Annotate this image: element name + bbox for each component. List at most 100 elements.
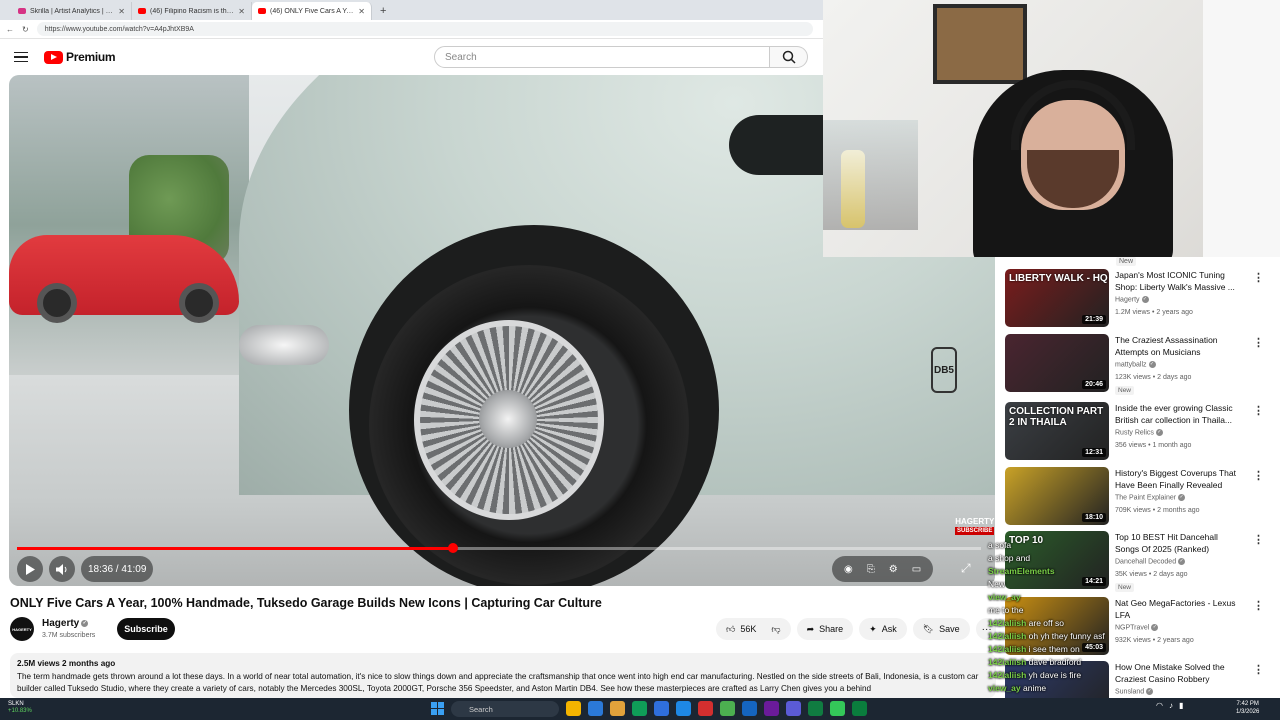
- browser-tab-songstats[interactable]: Skrilla | Artist Analytics | Songstats ✕: [12, 2, 132, 20]
- taskbar-app-icon[interactable]: [808, 701, 823, 716]
- more-options-icon[interactable]: ⋮: [1253, 533, 1264, 546]
- taskbar-clock[interactable]: 7:42 PM 1/3/2026: [1236, 700, 1259, 716]
- recommendation-channel[interactable]: NGPTravel ✓: [1115, 624, 1159, 631]
- windows-start-icon[interactable]: [431, 702, 444, 715]
- more-options-icon[interactable]: ⋮: [1253, 599, 1264, 612]
- verified-check-icon: ✓: [81, 619, 89, 627]
- ask-button[interactable]: ✦ Ask: [859, 618, 907, 640]
- recommendation-channel[interactable]: Hagerty ✓: [1115, 296, 1149, 303]
- taskbar-app-icon[interactable]: [566, 701, 581, 716]
- recommendation-item[interactable]: 20:46 The Craziest Assassination Attempts…: [1005, 334, 1275, 395]
- thumbs-down-icon[interactable]: 👎︎: [771, 624, 780, 635]
- stock-widget[interactable]: SLKN +10.83%: [8, 701, 32, 715]
- recommendation-title[interactable]: The Craziest Assassination Attempts on M…: [1115, 334, 1241, 358]
- video-thumbnail[interactable]: COLLECTION PART 2 IN THAILA 12:31: [1005, 402, 1109, 460]
- recommendation-title[interactable]: History's Biggest Coverups That Have Bee…: [1115, 467, 1241, 491]
- taskbar-app-icon[interactable]: [632, 701, 647, 716]
- description-box[interactable]: 2.5M views 2 months ago The term handmad…: [10, 653, 996, 698]
- video-thumbnail[interactable]: 20:46: [1005, 334, 1109, 392]
- new-badge: New: [1115, 583, 1135, 592]
- fullscreen-icon[interactable]: ⤢: [961, 561, 971, 576]
- subscriber-count: 3.7M subscribers: [42, 632, 96, 639]
- recommendation-item[interactable]: 45:03 Nat Geo MegaFactories - Lexus LFA NG…: [1005, 597, 1275, 657]
- wifi-icon[interactable]: ◠: [1156, 701, 1163, 710]
- speaker-icon[interactable]: ♪: [1169, 701, 1173, 710]
- search-button[interactable]: [770, 46, 808, 68]
- recommendation-channel[interactable]: The Paint Explainer ✓: [1115, 494, 1186, 501]
- taskbar-app-icon[interactable]: [742, 701, 757, 716]
- recommendation-channel[interactable]: Sunsland ✓: [1115, 688, 1154, 695]
- settings-gear-icon[interactable]: ⚙: [889, 564, 898, 575]
- recommendation-channel[interactable]: Dancehall Decoded ✓: [1115, 558, 1186, 565]
- more-actions-button[interactable]: ···: [975, 618, 998, 640]
- more-options-icon[interactable]: ⋮: [1253, 469, 1264, 482]
- subscribe-button[interactable]: Subscribe: [117, 618, 175, 640]
- miniplayer-icon[interactable]: ▭: [912, 564, 921, 575]
- taskbar-search[interactable]: Search: [451, 701, 559, 717]
- duration-badge: 20:46: [1082, 380, 1106, 389]
- recommendation-item[interactable]: 18:10 History's Biggest Coverups That Hav…: [1005, 467, 1275, 527]
- recommendation-title[interactable]: Inside the ever growing Classic British …: [1115, 402, 1241, 426]
- search-icon: [782, 50, 796, 64]
- recommendation-channel[interactable]: Rusty Relics ✓: [1115, 429, 1163, 436]
- taskbar-app-icon[interactable]: [676, 701, 691, 716]
- new-tab-button[interactable]: +: [372, 2, 394, 20]
- recommendation-item[interactable]: TOP 10 14:21 Top 10 BEST Hit Dancehall Son…: [1005, 531, 1275, 592]
- clock-date: 1/3/2026: [1236, 709, 1260, 715]
- taskbar-app-icon[interactable]: [830, 701, 845, 716]
- recommendation-item[interactable]: LIBERTY WALK - HQ 21:39 Japan's Most ICONI…: [1005, 269, 1275, 329]
- more-options-icon[interactable]: ⋮: [1253, 663, 1264, 676]
- captions-icon[interactable]: ⎘: [867, 564, 875, 575]
- search-input[interactable]: Search: [434, 46, 770, 68]
- recommendation-title[interactable]: How One Mistake Solved the Craziest Casi…: [1115, 661, 1241, 685]
- close-tab-icon[interactable]: ✕: [238, 7, 245, 16]
- like-button[interactable]: 👍︎ 56K 👎︎: [716, 618, 791, 640]
- recommendation-item[interactable]: COLLECTION PART 2 IN THAILA 12:31 Inside t…: [1005, 402, 1275, 462]
- taskbar-app-icon[interactable]: [610, 701, 625, 716]
- close-tab-icon[interactable]: ✕: [358, 7, 365, 16]
- video-thumbnail[interactable]: 45:03: [1005, 597, 1109, 655]
- browser-tab-youtube-active[interactable]: (46) ONLY Five Cars A Year, 100% .. ✕: [252, 2, 372, 20]
- taskbar-app-icon[interactable]: [720, 701, 735, 716]
- browser-tab-strip: Skrilla | Artist Analytics | Songstats ✕…: [0, 0, 823, 20]
- video-thumbnail[interactable]: TOP 10 14:21: [1005, 531, 1109, 589]
- share-button[interactable]: ➦ Share: [796, 618, 854, 640]
- recommendation-title[interactable]: Nat Geo MegaFactories - Lexus LFA: [1115, 597, 1241, 621]
- channel-name[interactable]: Hagerty ✓: [42, 618, 89, 629]
- close-tab-icon[interactable]: ✕: [118, 7, 125, 16]
- browser-tab-youtube-1[interactable]: (46) Filipino Racism is the Most Cr ✕: [132, 2, 252, 20]
- more-options-icon[interactable]: ⋮: [1253, 271, 1264, 284]
- video-thumbnail[interactable]: LIBERTY WALK - HQ 21:39: [1005, 269, 1109, 327]
- taskbar-app-icon[interactable]: [654, 701, 669, 716]
- battery-icon[interactable]: ▮: [1179, 701, 1183, 710]
- video-progress-bar[interactable]: [17, 543, 981, 553]
- verified-check-icon: ✓: [1141, 296, 1149, 303]
- recommendation-channel[interactable]: mattyballz ✓: [1115, 361, 1156, 368]
- progress-scrubber[interactable]: [447, 543, 458, 553]
- video-thumbnail[interactable]: 18:10: [1005, 467, 1109, 525]
- player-controls-left: 18:36 / 41:09: [17, 556, 154, 582]
- youtube-logo[interactable]: Premium: [44, 50, 116, 64]
- autoplay-toggle-icon[interactable]: ◉: [844, 564, 853, 575]
- channel-avatar[interactable]: HAGERTY: [10, 617, 34, 641]
- bottle: [841, 150, 865, 228]
- taskbar-app-icon[interactable]: [852, 701, 867, 716]
- volume-button[interactable]: [49, 556, 75, 582]
- save-button[interactable]: 🔖︎ Save: [912, 618, 970, 640]
- glass-table: [823, 120, 918, 230]
- address-bar-row: ← ↻ https://www.youtube.com/watch?v=A4pJ…: [0, 20, 823, 39]
- logo-text: Premium: [66, 50, 116, 64]
- play-button[interactable]: [17, 556, 43, 582]
- hamburger-menu-icon[interactable]: [14, 51, 28, 63]
- back-arrow-icon[interactable]: ←: [6, 25, 14, 34]
- recommendation-title[interactable]: Top 10 BEST Hit Dancehall Songs Of 2025 …: [1115, 531, 1241, 555]
- taskbar-app-icon[interactable]: [764, 701, 779, 716]
- url-field[interactable]: https://www.youtube.com/watch?v=A4pJhtXB…: [36, 22, 813, 36]
- reload-icon[interactable]: ↻: [22, 25, 29, 34]
- taskbar-app-icon[interactable]: [698, 701, 713, 716]
- more-options-icon[interactable]: ⋮: [1253, 404, 1264, 417]
- more-options-icon[interactable]: ⋮: [1253, 336, 1264, 349]
- recommendation-title[interactable]: Japan's Most ICONIC Tuning Shop: Liberty…: [1115, 269, 1241, 293]
- taskbar-app-icon[interactable]: [786, 701, 801, 716]
- taskbar-app-icon[interactable]: [588, 701, 603, 716]
